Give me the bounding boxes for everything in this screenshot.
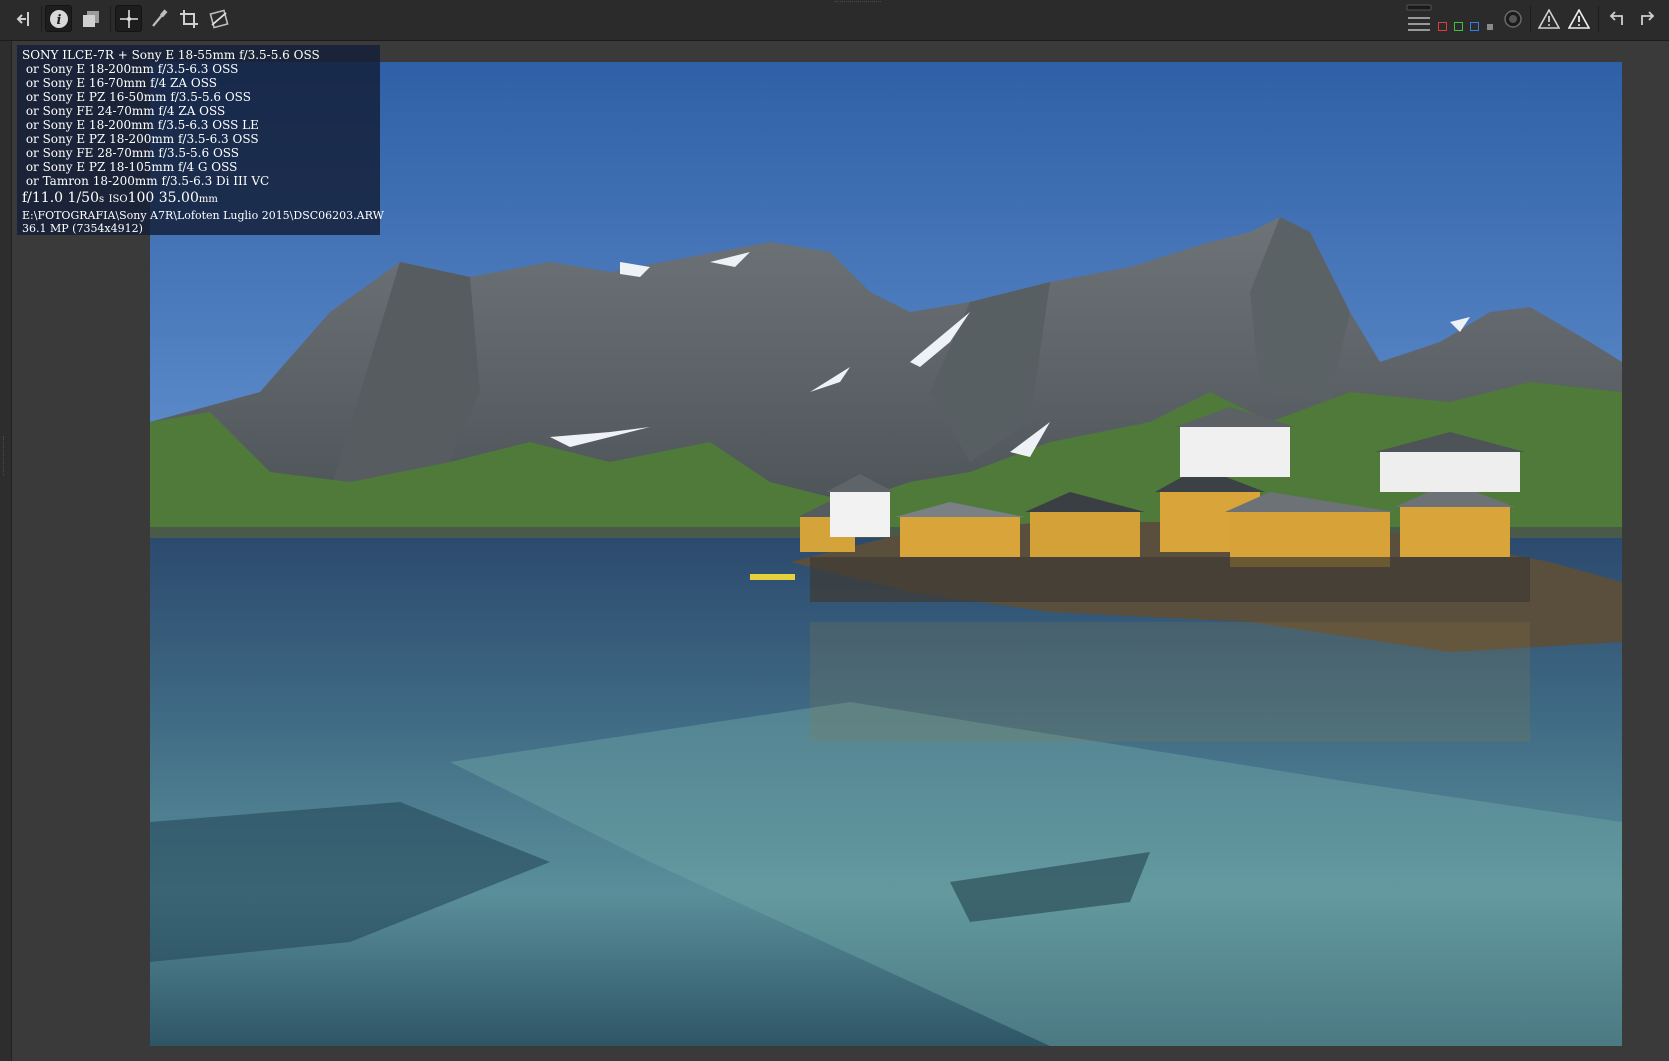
lens-alternative: or Sony E 18-200mm f/3.5-6.3 OSS [22, 62, 239, 76]
megapixels-info: 36.1 MP (7354x4912) [22, 222, 143, 235]
image-info-overlay: SONY ILCE-7R + Sony E 18-55mm f/3.5-5.6 … [17, 45, 384, 235]
camera-lens-line: SONY ILCE-7R + Sony E 18-55mm f/3.5-5.6 … [22, 48, 320, 62]
lens-alternative: or Sony FE 28-70mm f/3.5-5.6 OSS [22, 146, 240, 160]
straighten-tool-button[interactable] [205, 5, 232, 32]
straighten-icon [208, 8, 229, 29]
rotate-right-icon [1640, 10, 1654, 25]
shutter-unit: s [98, 194, 105, 205]
iso-label: ISO [108, 194, 128, 205]
shadow-clipping-button[interactable] [1535, 5, 1562, 32]
info-button[interactable]: i [45, 5, 72, 32]
hide-left-panel-button[interactable] [10, 5, 37, 32]
shutter-value: 1/50 [67, 190, 99, 206]
toolbar-separator [110, 6, 111, 32]
focal-length-unit: mm [198, 194, 218, 205]
focus-mask-button[interactable] [1404, 4, 1434, 32]
aperture-value: f/11.0 [22, 190, 64, 206]
lens-alternative: or Sony E PZ 18-200mm f/3.5-6.3 OSS [22, 132, 259, 146]
warning-triangle-icon [1567, 8, 1590, 29]
crop-tool-button[interactable] [175, 5, 202, 32]
highlight-clipping-button[interactable] [1565, 5, 1592, 32]
iso-value: 100 [127, 190, 155, 206]
white-balance-picker-button[interactable] [145, 5, 172, 32]
top-toolbar: i [0, 0, 1669, 41]
before-after-icon [82, 10, 99, 27]
rotate-left-button[interactable] [1603, 5, 1630, 32]
green-channel-button[interactable] [1454, 22, 1463, 31]
hand-tool-button[interactable] [115, 5, 142, 32]
red-channel-button[interactable] [1438, 22, 1447, 31]
luminance-channel-button[interactable] [1487, 24, 1493, 30]
toolbar-separator [1530, 6, 1531, 32]
panel-collapse-left-icon [16, 11, 29, 26]
rotate-right-button[interactable] [1633, 5, 1660, 32]
info-icon: i [49, 9, 68, 28]
focal-length-value: 35.00 [158, 190, 199, 206]
lens-alternative: or Sony E 16-70mm f/4 ZA OSS [22, 76, 217, 90]
lens-alternative: or Sony E PZ 16-50mm f/3.5-5.6 OSS [22, 90, 251, 104]
panel-grip[interactable] [3, 436, 7, 476]
svg-text:i: i [56, 13, 61, 28]
file-path: E:\FOTOGRAFIA\Sony A7R\Lofoten Luglio 20… [22, 209, 384, 222]
exposure-line: f/11.0 1/50s ISO100 35.00mm [22, 189, 380, 209]
toolbar-separator [41, 6, 42, 32]
lens-alternative: or Tamron 18-200mm f/3.5-6.3 Di III VC [22, 174, 270, 188]
left-panel-edge[interactable] [0, 41, 12, 1061]
focus-mask-icon [1406, 4, 1432, 31]
eyedropper-icon [151, 8, 167, 27]
warning-triangle-icon [1537, 8, 1560, 29]
rotate-left-icon [1609, 10, 1623, 25]
before-after-button[interactable] [77, 5, 104, 32]
preview-circle-icon [1503, 9, 1522, 28]
toolbar-separator [1598, 6, 1599, 32]
move-cross-icon [119, 9, 138, 28]
lens-alternative: or Sony FE 24-70mm f/4 ZA OSS [22, 104, 226, 118]
preview-mode-button[interactable] [1499, 5, 1526, 32]
lens-alternative: or Sony E 18-200mm f/3.5-6.3 OSS LE [22, 118, 259, 132]
crop-icon [179, 9, 198, 28]
blue-channel-button[interactable] [1470, 22, 1479, 31]
toolbar-grip[interactable] [835, 1, 881, 5]
lens-alternative: or Sony E PZ 18-105mm f/4 G OSS [22, 160, 238, 174]
